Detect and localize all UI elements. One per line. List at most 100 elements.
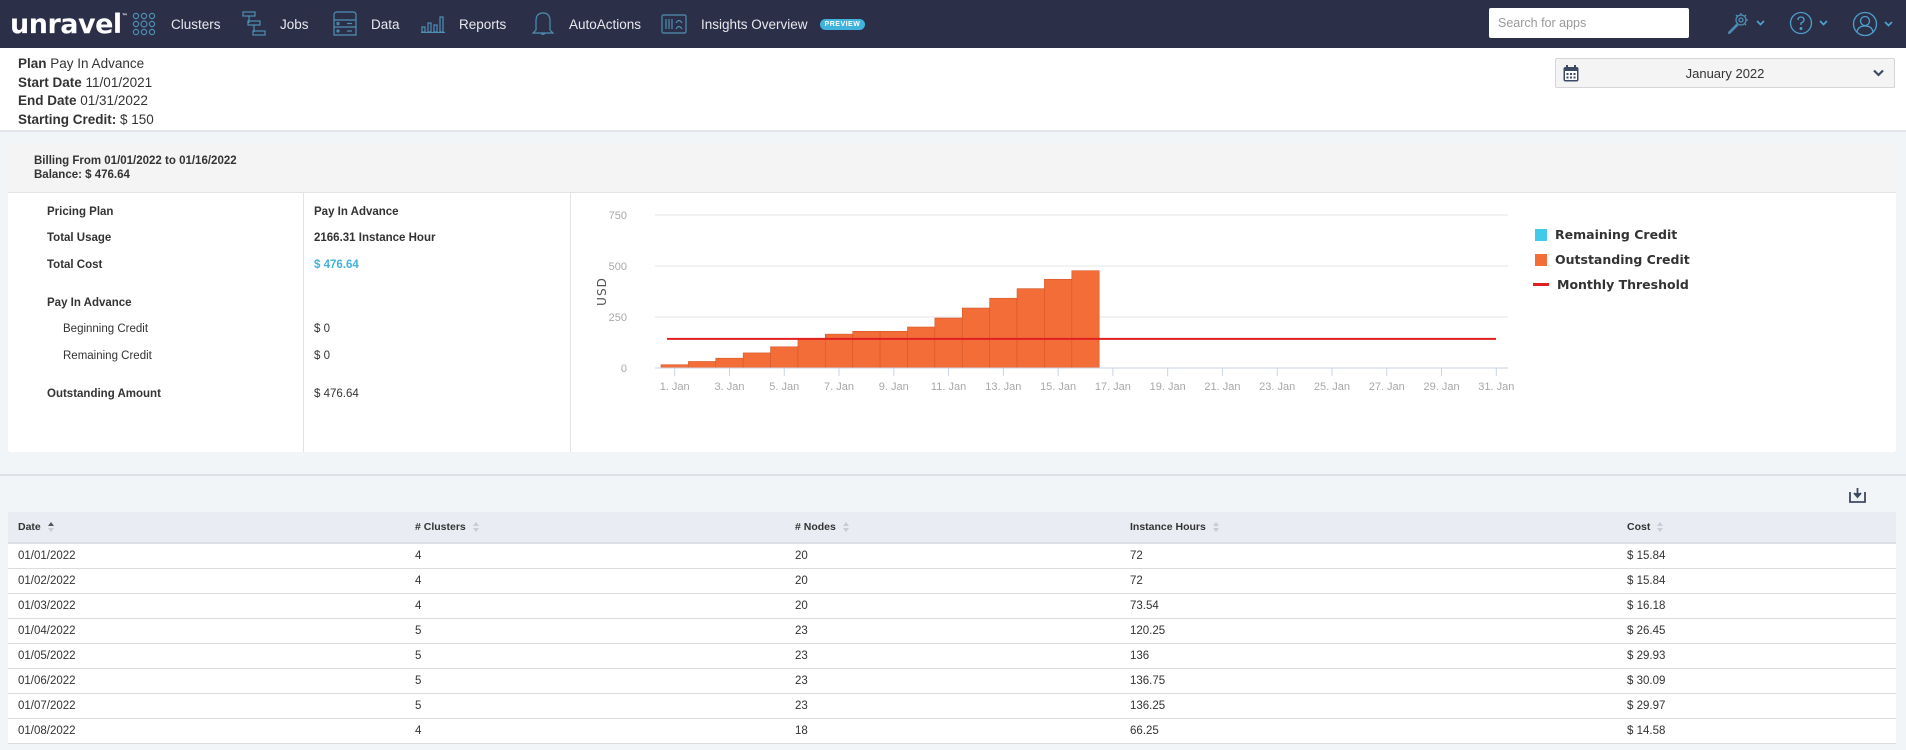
nav-item-reports[interactable]: Reports [421,0,506,48]
download-button[interactable] [1849,488,1866,508]
table-header-row: Date # Clusters # Nodes Instance Hours Cost [8,512,1896,544]
nav-label: Reports [459,16,507,32]
x-tick-label: 15. Jan [1040,381,1076,393]
x-tick-label: 13. Jan [985,381,1021,393]
bar-outstanding-credit [989,297,1018,369]
cell-date: 01/04/2022 [18,624,76,637]
jobs-icon [242,11,266,36]
cell-instance-hours: 136.25 [1130,699,1166,712]
bar-outstanding-credit [852,330,881,369]
sort-icon [47,522,54,533]
y-tick-label: 0 [621,363,627,375]
pay-in-advance-label: Pay In Advance [47,297,132,309]
nav-label: Insights Overview [701,16,808,32]
beginning-credit-label: Beginning Credit [63,323,149,335]
sort-icon [472,522,479,533]
column-divider [303,193,304,452]
insights-icon [661,14,687,34]
end-date-label: End Date [18,93,77,109]
bar-outstanding-credit [934,317,963,369]
legend-item-outstanding-credit[interactable]: Outstanding Credit [1533,247,1690,272]
legend-item-monthly-threshold[interactable]: Monthly Threshold [1533,272,1690,297]
column-header-label: Instance Hours [1130,521,1206,533]
cell-nodes: 20 [795,599,808,612]
legend-swatch [1535,228,1547,241]
sort-icon [1657,522,1664,533]
nav-item-autoactions[interactable]: AutoActions [531,0,641,48]
column-header-clusters[interactable]: # Clusters [405,512,785,544]
bar-outstanding-credit [879,330,908,369]
cell-cost: $ 15.84 [1627,574,1666,587]
cell-date: 01/03/2022 [18,599,76,612]
cell-nodes: 23 [795,624,808,637]
total-cost-label: Total Cost [47,259,103,271]
bar-outstanding-credit [1044,278,1073,369]
column-header-instance-hours[interactable]: Instance Hours [1120,512,1617,544]
total-usage-value: 2166.31 Instance Hour [314,232,436,244]
top-navbar: unravel™ Clusters Jobs Data Reports Auto… [0,0,1906,48]
billing-range: Billing From 01/01/2022 to 01/16/2022 [34,155,237,167]
bar-outstanding-credit [797,338,826,369]
total-usage-label: Total Usage [47,232,112,244]
end-date-row: End Date 01/31/2022 [18,92,154,111]
chart-legend: Remaining Credit Outstanding Credit Mont… [1533,222,1690,297]
start-date-row: Start Date 11/01/2021 [18,74,154,93]
x-tick-label: 3. Jan [714,381,744,393]
x-tick-label: 31. Jan [1478,381,1514,393]
user-menu-button[interactable] [1852,11,1893,37]
column-header-nodes[interactable]: # Nodes [785,512,1120,544]
help-menu-button[interactable] [1789,11,1828,35]
nav-item-jobs[interactable]: Jobs [242,0,309,48]
credit-chart: 0 250 500 750 USD 1. Jan 3. Jan 5. Jan 7. Jan 9. … [595,210,1514,393]
unravel-logo[interactable]: unravel™ [10,9,128,40]
chevron-down-icon [1819,20,1828,26]
search-apps-input[interactable] [1489,8,1689,38]
cell-nodes: 20 [795,549,808,562]
cell-cost: $ 29.93 [1627,649,1666,662]
cell-instance-hours: 120.25 [1130,624,1166,637]
cell-cost: $ 26.45 [1627,624,1666,637]
pricing-plan-label: Pricing Plan [47,206,114,218]
cell-date: 01/05/2022 [18,649,76,662]
cell-nodes: 20 [795,574,808,587]
cell-date: 01/08/2022 [18,724,76,737]
cell-clusters: 5 [415,624,422,637]
legend-item-remaining-credit[interactable]: Remaining Credit [1533,222,1690,247]
nav-label: AutoActions [569,16,642,32]
x-tick-label: 1. Jan [660,381,690,393]
month-selector-dropdown[interactable]: January 2022 [1555,58,1895,88]
cell-cost: $ 14.58 [1627,724,1666,737]
preview-badge: PREVIEW [819,18,866,30]
settings-icon [1728,13,1748,34]
settings-menu-button[interactable] [1726,11,1765,35]
cell-date: 01/07/2022 [18,699,76,712]
nav-item-insights-overview[interactable]: Insights Overview PREVIEW [661,0,866,48]
billing-balance: Balance: $ 476.64 [34,169,130,181]
legend-label: Remaining Credit [1555,227,1678,242]
cell-instance-hours: 72 [1130,574,1143,587]
y-tick-label: 750 [609,210,627,222]
sort-icon [1212,522,1219,533]
cell-nodes: 23 [795,649,808,662]
nav-item-data[interactable]: Data [333,0,400,48]
plan-value: Pay In Advance [50,56,145,71]
logo-text: unravel [10,9,122,40]
remaining-credit-value: $ 0 [314,350,330,362]
cell-clusters: 4 [415,574,422,587]
cell-cost: $ 29.97 [1627,699,1666,712]
x-tick-label: 19. Jan [1150,381,1186,393]
y-axis-label: USD [595,277,609,306]
nav-item-clusters[interactable]: Clusters [131,0,221,48]
outstanding-amount-value: $ 476.64 [314,388,359,400]
daily-usage-section: Date # Clusters # Nodes Instance Hours Cost … [0,474,1906,750]
column-header-cost[interactable]: Cost [1617,512,1896,544]
cell-instance-hours: 136.75 [1130,674,1166,687]
nav-label: Data [371,16,400,32]
column-header-date[interactable]: Date [8,512,405,544]
start-date-label: Start Date [18,74,82,90]
cell-cost: $ 16.18 [1627,599,1666,612]
bar-outstanding-credit [907,326,936,369]
bar-outstanding-credit [688,361,717,369]
cell-clusters: 4 [415,549,422,562]
cell-nodes: 23 [795,674,808,687]
